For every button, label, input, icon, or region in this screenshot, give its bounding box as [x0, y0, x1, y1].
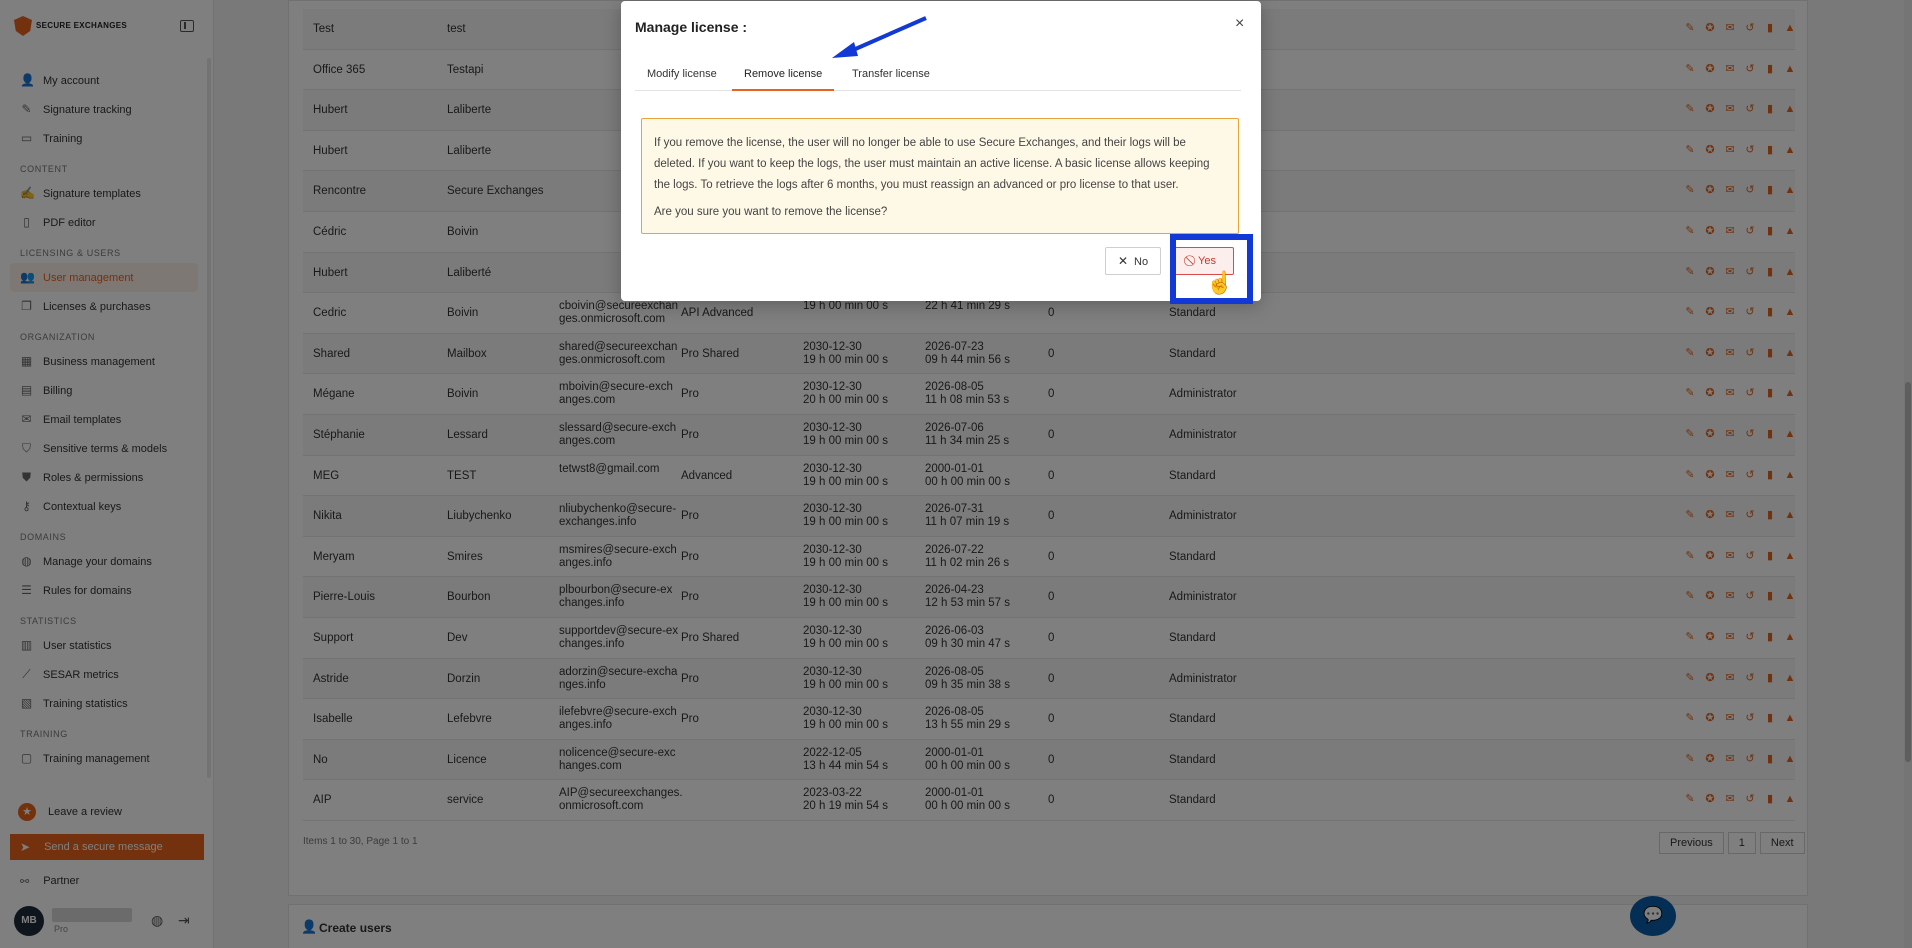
license-tabs: Modify license Remove license Transfer l… [635, 57, 1241, 91]
close-icon[interactable]: × [1235, 15, 1244, 33]
no-button[interactable]: ✕ No [1105, 247, 1161, 275]
x-icon: ✕ [1117, 254, 1128, 268]
tab-modify-license[interactable]: Modify license [635, 57, 729, 91]
tab-transfer-license[interactable]: Transfer license [840, 57, 942, 91]
warning-text: If you remove the license, the user will… [654, 137, 1210, 191]
confirm-question: Are you sure you want to remove the lice… [654, 206, 888, 218]
modal-title: Manage license : [635, 19, 748, 35]
tab-remove-license[interactable]: Remove license [732, 57, 835, 91]
remove-license-warning: If you remove the license, the user will… [641, 118, 1239, 234]
manage-license-modal: Manage license : × Modify license Remove… [621, 1, 1261, 301]
annotation-arrow-icon [832, 16, 927, 58]
hand-cursor-icon: ☝ [1206, 270, 1234, 295]
